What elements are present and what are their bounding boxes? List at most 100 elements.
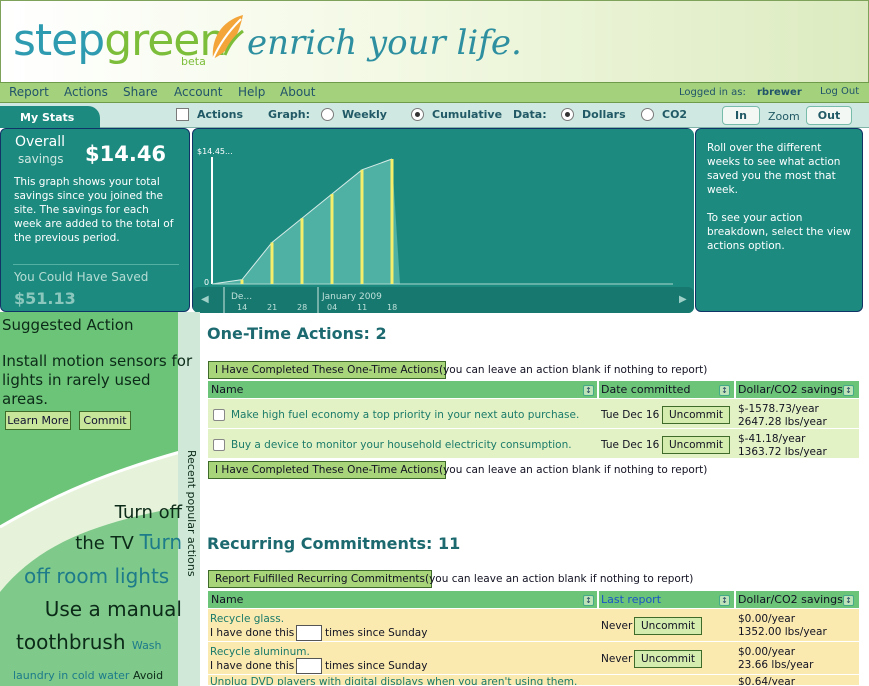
co2-savings: 2647.28 lbs/year [738, 416, 827, 428]
blank-note: (you can leave an action blank if nothin… [439, 364, 708, 376]
action-link[interactable]: Unplug DVD players with digital displays… [210, 676, 577, 685]
report-recurring-button[interactable]: Report Fulfilled Recurring Commitments [208, 570, 433, 588]
menu-actions[interactable]: Actions [64, 85, 108, 99]
overall-savings-panel: Overall savings $14.46 This graph shows … [0, 128, 190, 312]
could-have-saved-value: $51.13 [14, 289, 76, 308]
action-checkbox[interactable] [213, 409, 225, 421]
cloud-item[interactable]: off room lights [24, 564, 169, 588]
done-label: I have done this [210, 660, 295, 672]
uncommit-button[interactable]: Uncommit [662, 406, 731, 424]
times-input[interactable] [296, 658, 322, 674]
actions-label: Actions [197, 108, 243, 121]
co2-savings: 23.66 lbs/year [738, 659, 814, 671]
week-bar[interactable] [300, 218, 304, 284]
cloud-item[interactable]: laundry in cold water [13, 669, 129, 682]
commit-button[interactable]: Commit [79, 411, 131, 430]
cumulative-label: Cumulative [432, 108, 503, 121]
help-panel: Roll over the different weeks to see wha… [695, 128, 863, 312]
scroll-right-icon[interactable]: ▶ [679, 294, 687, 305]
completed-one-time-button-bottom[interactable]: I Have Completed These One-Time Actions [208, 461, 446, 479]
cumulative-radio[interactable] [411, 108, 424, 121]
action-link[interactable]: Recycle aluminum. [210, 646, 310, 658]
zoom-out-button[interactable]: Out [806, 106, 852, 125]
weekly-radio[interactable] [321, 108, 334, 121]
menu-share[interactable]: Share [123, 85, 158, 99]
sort-icon[interactable]: ↕ [583, 595, 594, 606]
menu-about[interactable]: About [280, 85, 315, 99]
uncommit-button[interactable]: Uncommit [634, 650, 703, 668]
blank-note: (you can leave an action blank if nothin… [425, 573, 694, 585]
cloud-item[interactable]: toothbrush [16, 630, 126, 654]
chart-svg: $14.45... 0 ◀ ▶ De... January 2009 14 21 2… [193, 129, 694, 313]
completed-one-time-button-top[interactable]: I Have Completed These One-Time Actions [208, 361, 446, 379]
uncommit-button[interactable]: Uncommit [662, 436, 731, 454]
menu-report[interactable]: Report [9, 85, 49, 99]
action-link[interactable]: Buy a device to monitor your household e… [231, 439, 572, 451]
action-link[interactable]: Make high fuel economy a top priority in… [231, 409, 579, 421]
cloud-item[interactable]: Use a manual [45, 597, 182, 621]
menu-help[interactable]: Help [238, 85, 265, 99]
divider [13, 264, 179, 265]
leaf-icon [212, 15, 244, 60]
sort-icon[interactable]: ↕ [843, 595, 854, 606]
dollars-label: Dollars [582, 108, 626, 121]
cloud-item[interactable]: Turn off [115, 502, 182, 523]
week-bar[interactable] [360, 169, 364, 284]
scroll-left-icon[interactable]: ◀ [201, 294, 209, 305]
table-row: Recycle aluminum. I have done this times… [208, 642, 859, 675]
recurring-heading: Recurring Commitments: 11 [207, 534, 461, 553]
co2-savings: 1363.72 lbs/year [738, 446, 827, 458]
logout-link[interactable]: Log Out [820, 86, 859, 97]
dollars-radio[interactable] [561, 108, 574, 121]
cloud-item[interactable]: the TV [75, 533, 134, 554]
col-date-committed[interactable]: Date committed [601, 383, 690, 396]
table-row: Buy a device to monitor your household e… [208, 429, 859, 459]
cloud-item[interactable]: Avoid [133, 669, 163, 682]
savings-chart: $14.45... 0 ◀ ▶ De... January 2009 14 21 2… [192, 128, 694, 313]
blank-note: (you can leave an action blank if nothin… [439, 464, 708, 476]
month-label-jan: January 2009 [321, 292, 382, 302]
col-name[interactable]: Name [211, 383, 243, 396]
menu-account[interactable]: Account [174, 85, 222, 99]
co2-savings: 1352.00 lbs/year [738, 626, 827, 638]
beta-label: beta [181, 55, 206, 68]
action-checkbox[interactable] [213, 439, 225, 451]
dollar-savings: $-41.18/year [738, 433, 806, 445]
week-bar[interactable] [330, 194, 334, 284]
tab-my-stats[interactable]: My Stats [0, 106, 100, 128]
x-tick-label: 18 [387, 303, 397, 312]
col-name[interactable]: Name [211, 593, 243, 606]
zero-label: 0 [204, 278, 209, 287]
dollar-savings: $0.00/year [738, 613, 796, 625]
col-savings[interactable]: Dollar/CO2 savings [738, 383, 843, 396]
sort-icon[interactable]: ↕ [843, 385, 854, 396]
sort-icon[interactable]: ↕ [719, 595, 730, 606]
cloud-item[interactable]: Turn [140, 530, 182, 554]
times-input[interactable] [296, 625, 322, 641]
menu-bar: Report Actions Share Account Help About … [0, 82, 869, 103]
sort-icon[interactable]: ↕ [583, 385, 594, 396]
sort-icon[interactable]: ↕ [719, 385, 730, 396]
x-tick-label: 21 [267, 303, 277, 312]
week-bar[interactable] [240, 279, 244, 284]
uncommit-button[interactable]: Uncommit [634, 617, 703, 635]
savings-value: $14.46 [85, 142, 167, 166]
last-report: Never [601, 653, 633, 665]
graph-description: This graph shows your total savings sinc… [14, 176, 174, 244]
action-link[interactable]: Recycle glass. [210, 613, 284, 625]
times-suffix: times since Sunday [325, 627, 428, 639]
done-label: I have done this [210, 627, 295, 639]
cloud-item[interactable]: Wash [132, 639, 162, 652]
recurring-table-header: Name ↕ Last report ↕ Dollar/CO2 savings … [208, 590, 859, 609]
actions-checkbox[interactable] [176, 108, 189, 121]
learn-more-button[interactable]: Learn More [5, 411, 71, 430]
co2-radio[interactable] [641, 108, 654, 121]
one-time-heading: One-Time Actions: 2 [207, 324, 387, 343]
zoom-in-button[interactable]: In [722, 106, 760, 125]
col-last-report[interactable]: Last report [601, 593, 661, 606]
col-savings[interactable]: Dollar/CO2 savings [738, 593, 843, 606]
week-bar[interactable] [270, 242, 274, 284]
login-user: rbrewer [757, 87, 802, 98]
x-tick-label: 11 [357, 303, 367, 312]
week-bar[interactable] [390, 159, 394, 284]
